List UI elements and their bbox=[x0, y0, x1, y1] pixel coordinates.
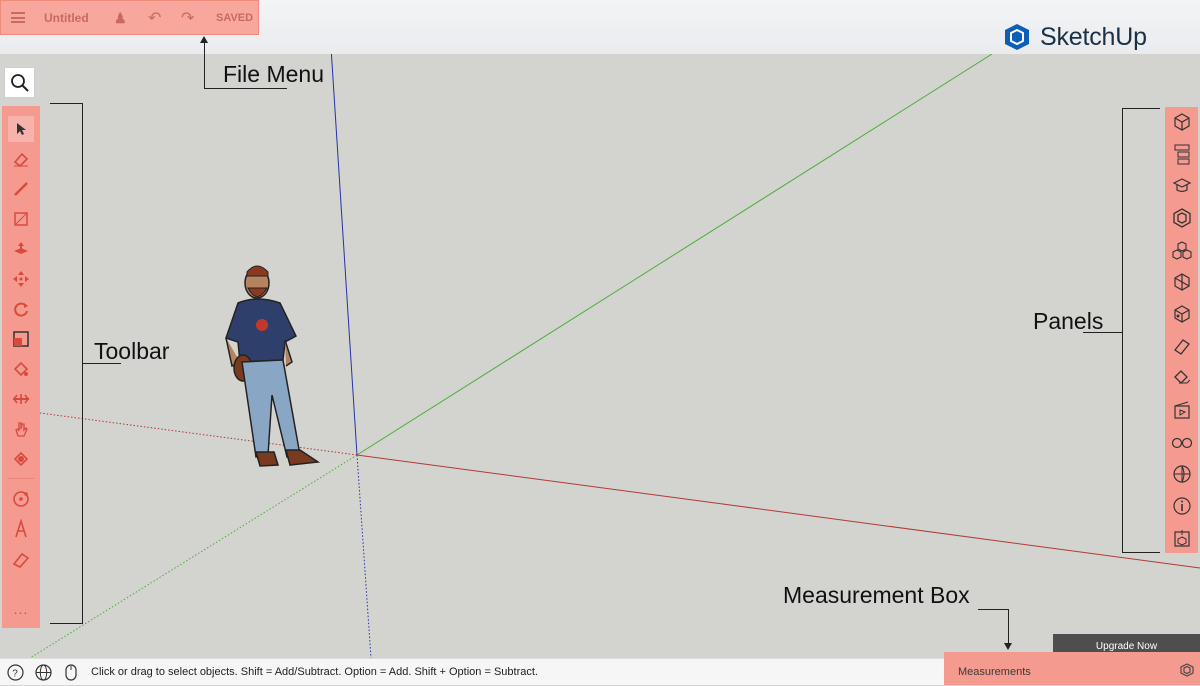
status-hint: Click or drag to select objects. Shift =… bbox=[91, 666, 538, 678]
shadows-icon[interactable] bbox=[1170, 462, 1194, 486]
measurement-arrow-head bbox=[1004, 643, 1012, 650]
panels-bracket bbox=[1122, 108, 1160, 553]
axis-green bbox=[356, 54, 993, 456]
scenes-icon[interactable] bbox=[1170, 302, 1194, 326]
axis-red-negative bbox=[39, 412, 358, 456]
walk-look-tool-icon[interactable] bbox=[8, 486, 34, 512]
soften-edges-icon[interactable] bbox=[1170, 334, 1194, 358]
brand-name: SketchUp bbox=[1040, 22, 1147, 51]
sketchup-logo-icon bbox=[1005, 24, 1029, 50]
eraser-tool-icon[interactable] bbox=[8, 146, 34, 172]
toolbar-bracket bbox=[50, 103, 83, 624]
svg-text:?: ? bbox=[12, 669, 18, 680]
toolbar-annotation: Toolbar bbox=[94, 338, 170, 364]
info-icon[interactable] bbox=[1170, 494, 1194, 518]
tags-icon[interactable] bbox=[1170, 366, 1194, 390]
tape-measure-tool-icon[interactable] bbox=[8, 386, 34, 412]
file-menu-callout-arrow bbox=[204, 42, 205, 89]
hamburger-menu-icon[interactable] bbox=[11, 12, 25, 23]
panels-annotation: Panels bbox=[1033, 308, 1104, 334]
pencil-tool-icon[interactable] bbox=[8, 176, 34, 202]
rectangle-tool-icon[interactable] bbox=[8, 206, 34, 232]
materials-icon[interactable] bbox=[1170, 238, 1194, 262]
scale-tool-icon[interactable] bbox=[8, 326, 34, 352]
measurement-callout-arrow bbox=[1008, 609, 1009, 644]
toolbar-separator bbox=[8, 478, 34, 479]
entity-info-icon[interactable] bbox=[1170, 110, 1194, 134]
orbit-hand-tool-icon[interactable] bbox=[8, 416, 34, 442]
model-info-icon[interactable] bbox=[1170, 526, 1194, 550]
styles-icon[interactable] bbox=[1170, 270, 1194, 294]
scale-figure[interactable] bbox=[225, 265, 321, 467]
measurement-box-annotation: Measurement Box bbox=[783, 582, 970, 608]
axis-red bbox=[356, 454, 1200, 569]
axis-blue bbox=[330, 54, 358, 456]
animation-icon[interactable] bbox=[1170, 398, 1194, 422]
move-tool-icon[interactable] bbox=[8, 266, 34, 292]
save-status: SAVED bbox=[216, 12, 254, 24]
redo-icon[interactable]: ↷ bbox=[181, 8, 194, 28]
position-camera-tool-icon[interactable] bbox=[8, 446, 34, 472]
sketchup-mini-icon bbox=[1180, 663, 1194, 682]
outliner-icon[interactable] bbox=[1170, 142, 1194, 166]
file-menu: Untitled ♟ ↶ ↷ SAVED bbox=[0, 0, 259, 35]
rotate-tool-icon[interactable] bbox=[8, 296, 34, 322]
push-pull-tool-icon[interactable] bbox=[8, 236, 34, 262]
user-icon[interactable]: ♟ bbox=[114, 10, 127, 27]
measurement-callout-underline bbox=[978, 609, 1009, 610]
drawing-canvas[interactable] bbox=[0, 54, 1200, 658]
mouse-icon[interactable] bbox=[65, 664, 77, 686]
axis-blue-negative bbox=[356, 454, 372, 658]
instructor-icon[interactable] bbox=[1170, 174, 1194, 198]
file-menu-callout-underline bbox=[204, 88, 287, 89]
text-tool-icon[interactable] bbox=[8, 516, 34, 542]
measurements-label: Measurements bbox=[958, 666, 1031, 678]
select-tool-icon[interactable] bbox=[8, 116, 34, 142]
sketchup-logo: SketchUp bbox=[1002, 22, 1147, 52]
display-icon[interactable] bbox=[1170, 430, 1194, 454]
undo-icon[interactable]: ↶ bbox=[148, 8, 161, 28]
file-menu-annotation: File Menu bbox=[223, 61, 324, 87]
paint-bucket-tool-icon[interactable] bbox=[8, 356, 34, 382]
search-icon bbox=[10, 73, 29, 92]
more-tools-icon[interactable]: ... bbox=[8, 596, 34, 622]
components-icon[interactable] bbox=[1170, 206, 1194, 230]
file-menu-arrow-head bbox=[200, 36, 208, 43]
language-globe-icon[interactable] bbox=[35, 664, 52, 686]
toolbar: ... bbox=[2, 106, 40, 628]
help-icon[interactable]: ? bbox=[7, 664, 24, 686]
document-title[interactable]: Untitled bbox=[44, 11, 89, 25]
section-plane-tool-icon[interactable] bbox=[8, 546, 34, 572]
measurements-box[interactable]: Measurements bbox=[944, 652, 1200, 685]
panels-tray bbox=[1165, 107, 1198, 553]
search-button[interactable] bbox=[4, 67, 35, 98]
